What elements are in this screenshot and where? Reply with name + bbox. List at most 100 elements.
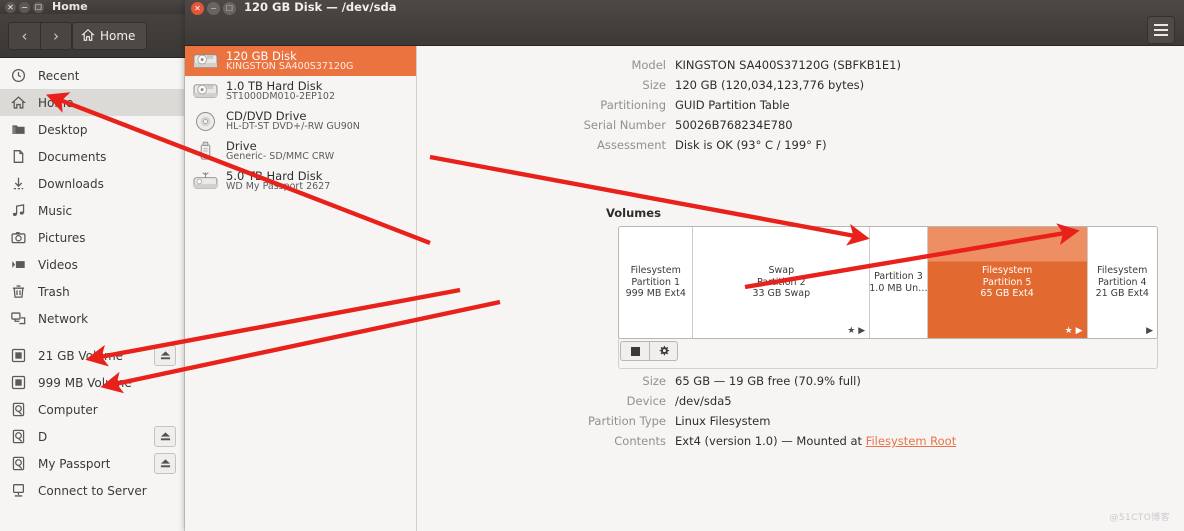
computer-icon (10, 401, 27, 418)
clock-icon (10, 67, 27, 84)
sidebar-item-pictures[interactable]: Pictures (0, 224, 184, 251)
partition-marks: ★ ▶ (1064, 326, 1083, 336)
sidebar-separator (0, 332, 184, 342)
partition-label-name: Partition 1 (631, 276, 681, 288)
music-icon (10, 202, 27, 219)
partition-label-size: 1.0 MB Un… (870, 282, 928, 294)
partition-info-key: Size (642, 374, 666, 388)
partition-label-type: Filesystem (982, 264, 1033, 276)
sidebar-item-recent[interactable]: Recent (0, 62, 184, 89)
nautilus-close-button[interactable]: ✕ (5, 2, 16, 13)
sidebar-item-home[interactable]: Home (0, 89, 184, 116)
partition-label-size: 999 MB Ext4 (625, 288, 686, 300)
drive-info-row: Assessment Disk is OK (93° C / 199° F) (417, 135, 1184, 155)
nautilus-minimize-button[interactable]: − (19, 2, 30, 13)
device-list-item[interactable]: CD/DVD Drive HL-DT-ST DVD+/-RW GU90N (185, 106, 416, 136)
sidebar-item-999-mb-volume[interactable]: 999 MB Volume (0, 369, 184, 396)
hamburger-icon-line (1154, 34, 1168, 36)
partition-block[interactable]: Partition 3 1.0 MB Un… (870, 227, 928, 338)
partition-block[interactable]: Filesystem Partition 1 999 MB Ext4 (619, 227, 694, 338)
partition-action-toolbar[interactable] (620, 341, 678, 361)
partition-label-size: 33 GB Swap (752, 288, 811, 300)
sidebar-item-label: Trash (38, 284, 70, 299)
nautilus-sidebar: Recent Home Desktop Documents Downloads Music… (0, 58, 185, 531)
sidebar-item-my-passport[interactable]: My Passport (0, 450, 184, 477)
partition-label-type: Swap (768, 264, 795, 276)
sidebar-item-desktop[interactable]: Desktop (0, 116, 184, 143)
sidebar-item-label: Videos (38, 257, 78, 272)
forward-button[interactable]: › (40, 22, 72, 50)
sidebar-item-documents[interactable]: Documents (0, 143, 184, 170)
disks-menu-button[interactable] (1147, 16, 1175, 44)
sidebar-item-d[interactable]: D (0, 423, 184, 450)
device-list-item[interactable]: 5.0 TB Hard Disk WD My Passport 2627 (185, 166, 416, 196)
partition-info-row: Contents Ext4 (version 1.0) — Mounted at … (417, 431, 1184, 451)
camera-icon (10, 229, 27, 246)
sidebar-item-music[interactable]: Music (0, 197, 184, 224)
eject-icon (159, 431, 172, 442)
device-list-item[interactable]: 1.0 TB Hard Disk ST1000DM010-2EP102 (185, 76, 416, 106)
disks-close-button[interactable]: ✕ (191, 2, 204, 15)
drive-info-value: KINGSTON SA400S37120G (SBFKB1E1) (675, 58, 901, 72)
filesystem-root-link[interactable]: Filesystem Root (866, 434, 957, 448)
sidebar-item-label: Home (38, 95, 74, 110)
partition-info-key: Partition Type (588, 414, 666, 428)
hamburger-icon-line (1154, 24, 1168, 26)
eject-icon (159, 350, 172, 361)
partition-info-value: /dev/sda5 (675, 394, 732, 408)
disks-maximize-button[interactable]: ☐ (223, 2, 236, 15)
sidebar-item-label: Music (38, 203, 73, 218)
partition-info-table: Size 65 GB — 19 GB free (70.9% full) Devic… (417, 371, 1184, 451)
back-button[interactable]: ‹ (8, 22, 40, 50)
partition-labels: Swap Partition 2 33 GB Swap (750, 265, 812, 301)
partition-labels: Filesystem Partition 4 21 GB Ext4 (1094, 265, 1151, 301)
drive-info-value: 50026B768234E780 (675, 118, 793, 132)
partition-labels: Partition 3 1.0 MB Un… (870, 271, 928, 295)
computer-icon (10, 455, 27, 472)
sidebar-item-label: 999 MB Volume (38, 375, 132, 390)
partition-info-value: Linux Filesystem (675, 414, 771, 428)
optical-disc-icon (192, 109, 218, 133)
partition-info-value: 65 GB — 19 GB free (70.9% full) (675, 374, 861, 388)
partition-block[interactable]: Filesystem Partition 4 21 GB Ext4 ▶ (1087, 227, 1157, 338)
device-model: HL-DT-ST DVD+/-RW GU90N (226, 121, 360, 133)
disks-titlebar: ✕ − ☐ 120 GB Disk — /dev/sda (185, 0, 1184, 46)
device-list-item[interactable]: Drive Generic- SD/MMC CRW (185, 136, 416, 166)
disks-minimize-button[interactable]: − (207, 2, 220, 15)
eject-button[interactable] (154, 426, 176, 447)
chevron-right-icon: › (53, 27, 59, 45)
partition-map[interactable]: Filesystem Partition 1 999 MB Ext4 Swap Part… (618, 226, 1158, 339)
sidebar-item-label: Recent (38, 68, 80, 83)
partition-label-name: Partition 5 (982, 276, 1032, 288)
partition-block[interactable]: Filesystem Partition 5 65 GB Ext4 ★ ▶ (927, 227, 1088, 338)
eject-button[interactable] (154, 345, 176, 366)
eject-button[interactable] (154, 453, 176, 474)
sidebar-item-trash[interactable]: Trash (0, 278, 184, 305)
disks-device-list[interactable]: 120 GB Disk KINGSTON SA400S37120G 1.0 TB H… (185, 46, 417, 531)
device-text: Drive Generic- SD/MMC CRW (226, 140, 334, 162)
sidebar-item-videos[interactable]: Videos (0, 251, 184, 278)
computer-icon (10, 428, 27, 445)
partition-info-row: Device/dev/sda5 (417, 391, 1184, 411)
partition-labels: Filesystem Partition 5 65 GB Ext4 (978, 265, 1035, 301)
settings-button[interactable] (649, 341, 678, 361)
sidebar-item-network[interactable]: Network (0, 305, 184, 332)
sidebar-item-downloads[interactable]: Downloads (0, 170, 184, 197)
path-bar-home-button[interactable]: Home (72, 22, 148, 50)
device-list-item[interactable]: 120 GB Disk KINGSTON SA400S37120G (185, 46, 416, 76)
sidebar-item-connect-to-server[interactable]: Connect to Server (0, 477, 184, 504)
partition-label-type: Filesystem (630, 264, 681, 276)
sidebar-item-21-gb-volume[interactable]: 21 GB Volume (0, 342, 184, 369)
trash-icon (10, 283, 27, 300)
stop-icon (630, 346, 640, 356)
drive-info-value: 120 GB (120,034,123,776 bytes) (675, 78, 865, 92)
partition-block[interactable]: Swap Partition 2 33 GB Swap ★ ▶ (693, 227, 871, 338)
drive-info-row: Model KINGSTON SA400S37120G (SBFKB1E1) (417, 55, 1184, 75)
sidebar-item-computer[interactable]: Computer (0, 396, 184, 423)
path-bar-label: Home (100, 29, 136, 43)
device-model: WD My Passport 2627 (226, 181, 331, 193)
nautilus-maximize-button[interactable]: ☐ (33, 2, 44, 13)
stop-button[interactable] (620, 341, 649, 361)
device-model: ST1000DM010-2EP102 (226, 91, 335, 103)
partition-label-size: 21 GB Ext4 (1095, 288, 1149, 300)
